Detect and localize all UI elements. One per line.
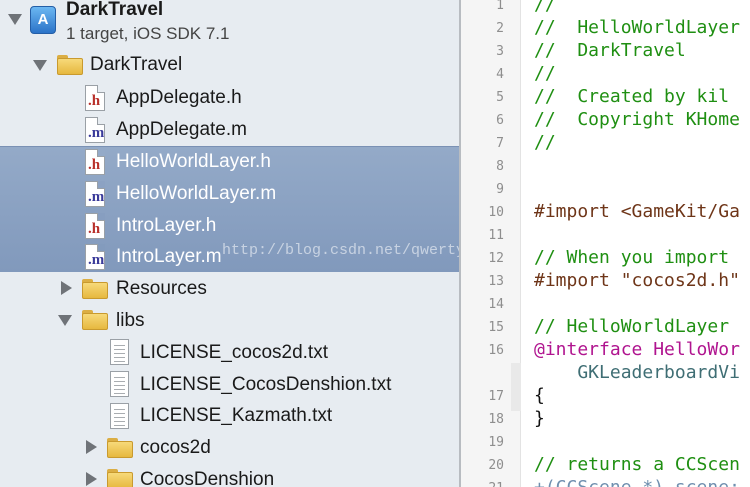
line-number: 13 <box>488 274 504 289</box>
file-appdelegate-h[interactable]: AppDelegate.h <box>116 87 242 109</box>
code-line: #import "cocos2d.h" <box>534 270 740 291</box>
code-line: } <box>534 408 545 429</box>
group-libs[interactable]: libs <box>116 310 145 332</box>
line-number: 9 <box>496 182 504 197</box>
file-license-cocos2d[interactable]: LICENSE_cocos2d.txt <box>140 342 328 364</box>
file-introlayer-m[interactable]: IntroLayer.m <box>116 246 222 268</box>
code-line: { <box>534 385 545 406</box>
project-subtitle: 1 target, iOS SDK 7.1 <box>66 24 230 43</box>
line-number: 19 <box>488 435 504 450</box>
disclosure-triangle-icon[interactable] <box>61 281 72 295</box>
line-number: 11 <box>488 228 504 243</box>
implementation-file-icon: .m <box>85 181 105 207</box>
folder-icon <box>82 310 108 330</box>
watermark: http://blog.csdn.net/qwertyupiuy <box>222 242 459 259</box>
folder-icon <box>107 438 133 458</box>
text-file-icon <box>110 371 129 397</box>
folder-icon <box>57 55 83 75</box>
line-number: 20 <box>488 458 504 473</box>
header-file-icon: .h <box>85 85 105 111</box>
xcode-project-icon: A <box>30 6 56 34</box>
file-appdelegate-m[interactable]: AppDelegate.m <box>116 119 247 141</box>
header-file-icon: .h <box>85 213 105 239</box>
folder-icon <box>82 279 108 299</box>
line-number: 17 <box>488 389 504 404</box>
disclosure-triangle-icon[interactable] <box>8 14 22 25</box>
line-number: 2 <box>496 21 504 36</box>
line-number: 14 <box>488 297 504 312</box>
code-line: #import <GameKit/Ga <box>534 201 740 222</box>
code-line: // When you import <box>534 247 730 268</box>
line-number: 15 <box>488 320 504 335</box>
code-line: // Created by kil <box>534 86 730 107</box>
code-line: GKLeaderboardVi <box>534 362 740 383</box>
implementation-file-icon: .m <box>85 117 105 143</box>
implementation-file-icon: .m <box>85 244 105 270</box>
code-line: // <box>534 0 556 15</box>
line-number: 18 <box>488 412 504 427</box>
disclosure-triangle-icon[interactable] <box>33 60 47 71</box>
project-name[interactable]: DarkTravel <box>66 0 163 21</box>
line-number: 3 <box>496 44 504 59</box>
change-marker <box>511 363 521 411</box>
group-resources[interactable]: Resources <box>116 278 207 300</box>
disclosure-triangle-icon[interactable] <box>86 440 97 454</box>
code-line: // HelloWorldLayer <box>534 316 730 337</box>
disclosure-triangle-icon[interactable] <box>58 315 72 326</box>
code-editor[interactable]: 1 2 3 4 5 6 7 8 9 10 11 12 13 14 15 16 1… <box>461 0 750 487</box>
line-number: 10 <box>488 205 504 220</box>
code-line: // <box>534 132 556 153</box>
group-darktravel[interactable]: DarkTravel <box>90 54 182 76</box>
text-file-icon <box>110 403 129 429</box>
line-number: 16 <box>488 343 504 358</box>
code-line: // returns a CCScen <box>534 454 740 475</box>
group-cocos2d[interactable]: cocos2d <box>140 437 211 459</box>
code-line: // <box>534 63 556 84</box>
project-navigator: A DarkTravel 1 target, iOS SDK 7.1 DarkT… <box>0 0 459 487</box>
code-line: @interface HelloWor <box>534 339 740 360</box>
disclosure-triangle-icon[interactable] <box>86 472 97 486</box>
folder-icon <box>107 469 133 487</box>
group-cocosdenshion[interactable]: CocosDenshion <box>140 469 274 487</box>
file-license-cocosdenshion[interactable]: LICENSE_CocosDenshion.txt <box>140 374 391 396</box>
code-line: // HelloWorldLayer <box>534 17 740 38</box>
file-helloworldlayer-h[interactable]: HelloWorldLayer.h <box>116 151 271 173</box>
line-number: 7 <box>496 136 504 151</box>
header-file-icon: .h <box>85 149 105 175</box>
line-number: 21 <box>461 481 504 487</box>
line-number: 8 <box>496 159 504 174</box>
code-line: +(CCScene *) scene; <box>534 477 740 487</box>
line-number: 5 <box>496 90 504 105</box>
code-line: // Copyright KHome <box>534 109 740 130</box>
line-number: 6 <box>496 113 504 128</box>
file-license-kazmath[interactable]: LICENSE_Kazmath.txt <box>140 405 332 427</box>
line-number: 12 <box>488 251 504 266</box>
line-number: 1 <box>496 0 504 13</box>
file-helloworldlayer-m[interactable]: HelloWorldLayer.m <box>116 183 276 205</box>
line-number: 4 <box>496 67 504 82</box>
file-introlayer-h[interactable]: IntroLayer.h <box>116 215 216 237</box>
code-line: // DarkTravel <box>534 40 686 61</box>
text-file-icon <box>110 339 129 365</box>
